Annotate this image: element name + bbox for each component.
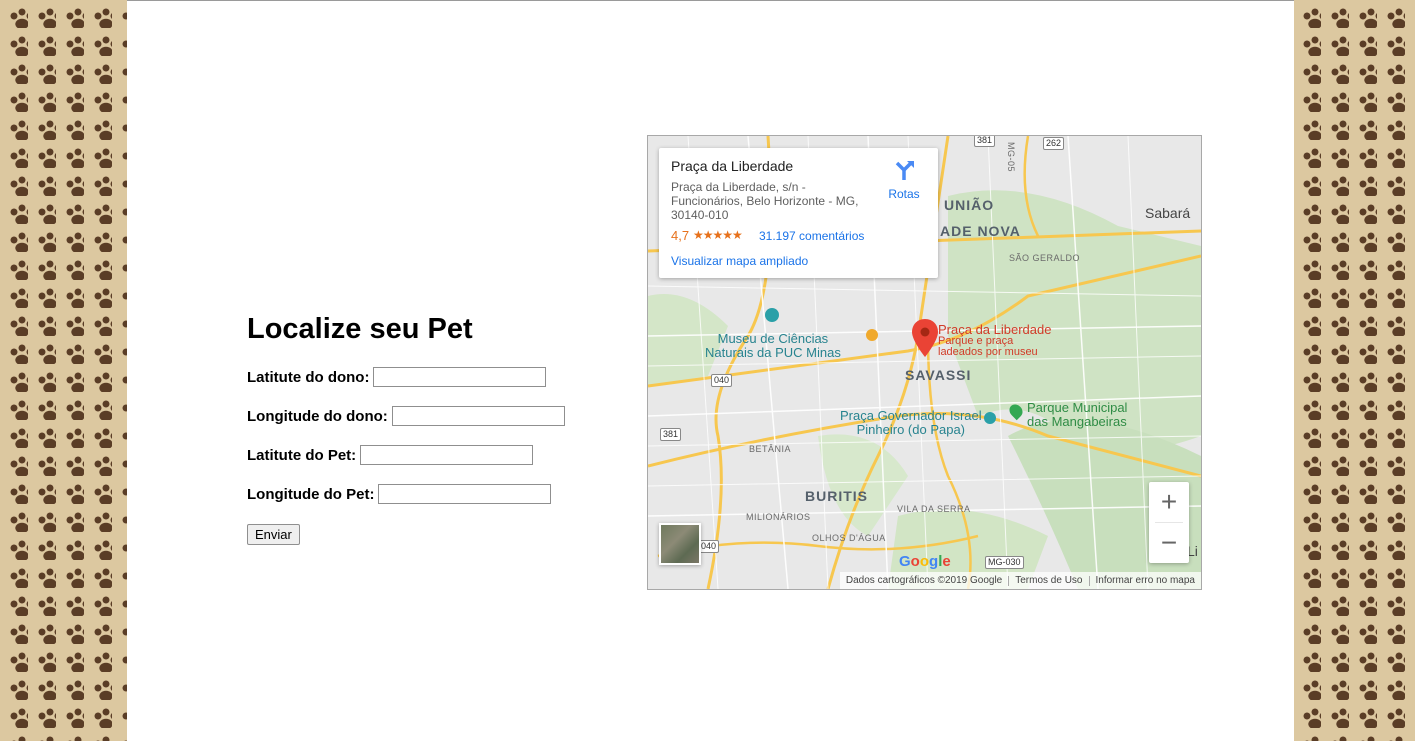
place-info-card: Praça da Liberdade Praça da Liberdade, s… <box>659 148 938 278</box>
owner-latitude-input[interactable] <box>373 367 547 387</box>
page-title: Localize seu Pet <box>247 313 473 345</box>
directions-label: Rotas <box>888 187 920 201</box>
location-marker-icon[interactable] <box>912 319 938 357</box>
museum-icon <box>765 308 779 322</box>
owner-latitude-label: Latitute do dono: <box>247 368 370 386</box>
road-shield: MG-030 <box>985 556 1024 569</box>
zoom-in-button[interactable]: + <box>1149 482 1189 522</box>
map-label: ADE NOVA <box>940 223 1021 239</box>
owner-longitude-input[interactable] <box>391 406 565 426</box>
map-label: VILA DA SERRA <box>897 504 971 514</box>
pet-longitude-input[interactable] <box>378 484 552 504</box>
directions-button[interactable]: Rotas <box>887 160 921 201</box>
content-panel: Localize seu Pet Latitute do dono: Longi… <box>127 0 1294 741</box>
map-label: Museu de Ciências Naturais da PUC Minas <box>705 331 841 360</box>
google-logo: Google <box>899 553 951 570</box>
submit-button[interactable]: Enviar <box>247 524 300 545</box>
top-border <box>127 0 1294 1</box>
road-shield: 381 <box>974 136 996 147</box>
map-label: Praça Governador Israel Pinheiro (do Pap… <box>840 408 982 437</box>
pet-latitude-label: Latitute do Pet: <box>247 446 357 464</box>
reviews-link[interactable]: 31.197 comentários <box>759 229 864 243</box>
map-label: OLHOS D'ÁGUA <box>812 533 886 543</box>
map-footer: Dados cartográficos ©2019 Google Termos … <box>839 572 1201 589</box>
embedded-map[interactable]: 381 262 MG-05 040 381 040 MG-030 UNIÃO A… <box>647 135 1202 590</box>
zoom-controls: + − <box>1149 482 1189 563</box>
rating-stars-icon: ★★★★★ <box>693 228 743 242</box>
owner-longitude-label: Longitude do dono: <box>247 407 388 425</box>
road-shield: 381 <box>660 428 682 441</box>
poi-icon <box>866 329 878 341</box>
map-label: SAVASSI <box>905 367 972 383</box>
map-label: UNIÃO <box>944 197 995 213</box>
map-label: SÃO GERALDO <box>1009 253 1081 263</box>
paw-pattern-left <box>0 0 127 741</box>
road-shield: 040 <box>711 374 733 387</box>
footer-divider <box>1008 575 1010 586</box>
road-shield: 040 <box>698 540 720 553</box>
place-rating: 4,7 <box>671 228 690 243</box>
report-error-link[interactable]: Informar erro no mapa <box>1096 575 1196 586</box>
place-address: Praça da Liberdade, s/n - Funcionários, … <box>671 180 859 222</box>
marker-subtitle-label: Parque e praça ladeados por museu <box>938 335 1038 358</box>
map-label: BETÂNIA <box>749 444 792 454</box>
directions-icon <box>895 161 914 180</box>
terms-link[interactable]: Termos de Uso <box>1015 575 1082 586</box>
place-title: Praça da Liberdade <box>671 158 794 174</box>
paw-pattern-right <box>1293 0 1415 741</box>
owner-longitude-row: Longitude do dono: <box>247 405 565 427</box>
owner-latitude-row: Latitute do dono: <box>247 366 565 388</box>
map-label: Parque Municipal das Mangabeiras <box>1027 400 1128 429</box>
map-data-attribution: Dados cartográficos ©2019 Google <box>845 575 1003 586</box>
map-label: MG-05 <box>1006 142 1016 173</box>
map-label: BURITIS <box>805 488 868 504</box>
poi-icon <box>984 412 996 424</box>
pet-latitude-row: Latitute do Pet: <box>247 444 565 466</box>
footer-divider <box>1088 575 1090 586</box>
pet-longitude-label: Longitude do Pet: <box>247 485 375 503</box>
larger-map-link[interactable]: Visualizar mapa ampliado <box>671 254 808 268</box>
zoom-out-button[interactable]: − <box>1149 523 1189 563</box>
pet-longitude-row: Longitude do Pet: <box>247 483 565 505</box>
pet-latitude-input[interactable] <box>360 445 534 465</box>
map-label: Sabará <box>1145 205 1191 221</box>
road-shield: 262 <box>1043 137 1065 150</box>
map-label: MILIONÁRIOS <box>746 512 811 522</box>
pet-locator-form: Localize seu Pet Latitute do dono: Longi… <box>247 313 565 545</box>
satellite-toggle-button[interactable] <box>659 523 701 565</box>
